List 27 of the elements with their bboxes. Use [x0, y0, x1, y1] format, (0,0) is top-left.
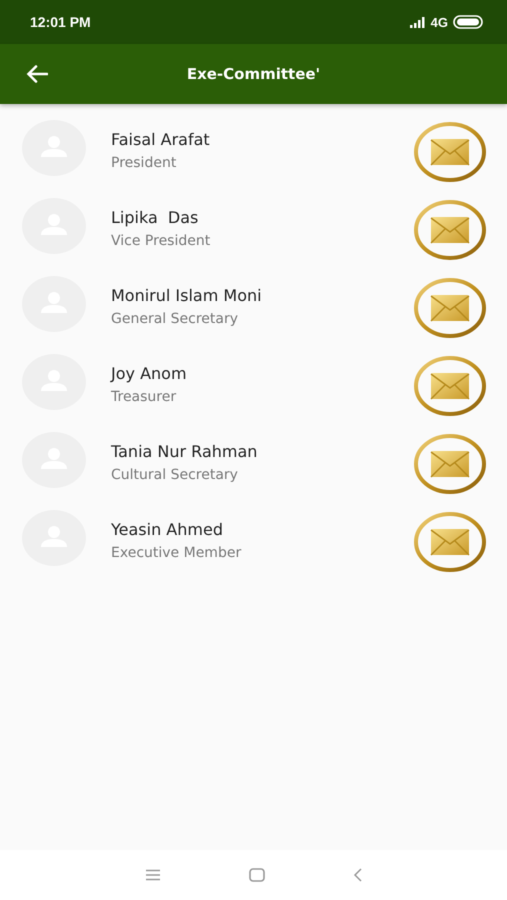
member-role: General Secretary — [111, 310, 239, 326]
member-name: Joy Anom — [111, 364, 188, 382]
member-role: Executive Member — [111, 544, 242, 560]
member-name: Faisal Arafat — [111, 130, 211, 148]
network-label: 4G — [430, 14, 448, 30]
envelope-icon[interactable] — [413, 199, 487, 261]
member-role: Vice President — [111, 232, 212, 248]
envelope-icon[interactable] — [413, 433, 487, 495]
back-arrow-icon[interactable] — [26, 65, 48, 83]
status-time: 12:01 PM — [30, 14, 91, 30]
member-role: Cultural Secretary — [111, 466, 239, 482]
member-role: Treasurer — [111, 388, 178, 404]
envelope-icon[interactable] — [413, 355, 487, 417]
home-icon[interactable] — [248, 868, 264, 882]
member-name: Yeasin Ahmed — [111, 520, 224, 538]
signal-icon — [410, 16, 426, 28]
envelope-icon[interactable] — [413, 511, 487, 573]
back-icon[interactable] — [352, 868, 362, 882]
envelope-icon[interactable] — [413, 277, 487, 339]
menu-icon[interactable] — [144, 869, 160, 881]
battery-icon — [453, 15, 483, 29]
screen-title: Exe-Committee' — [186, 65, 320, 83]
member-name: Monirul Islam Moni — [111, 286, 263, 304]
member-name: Lipika Das — [111, 208, 200, 226]
envelope-icon[interactable] — [413, 121, 487, 183]
member-role: President — [111, 154, 178, 170]
member-name: Tania Nur Rahman — [111, 442, 258, 460]
